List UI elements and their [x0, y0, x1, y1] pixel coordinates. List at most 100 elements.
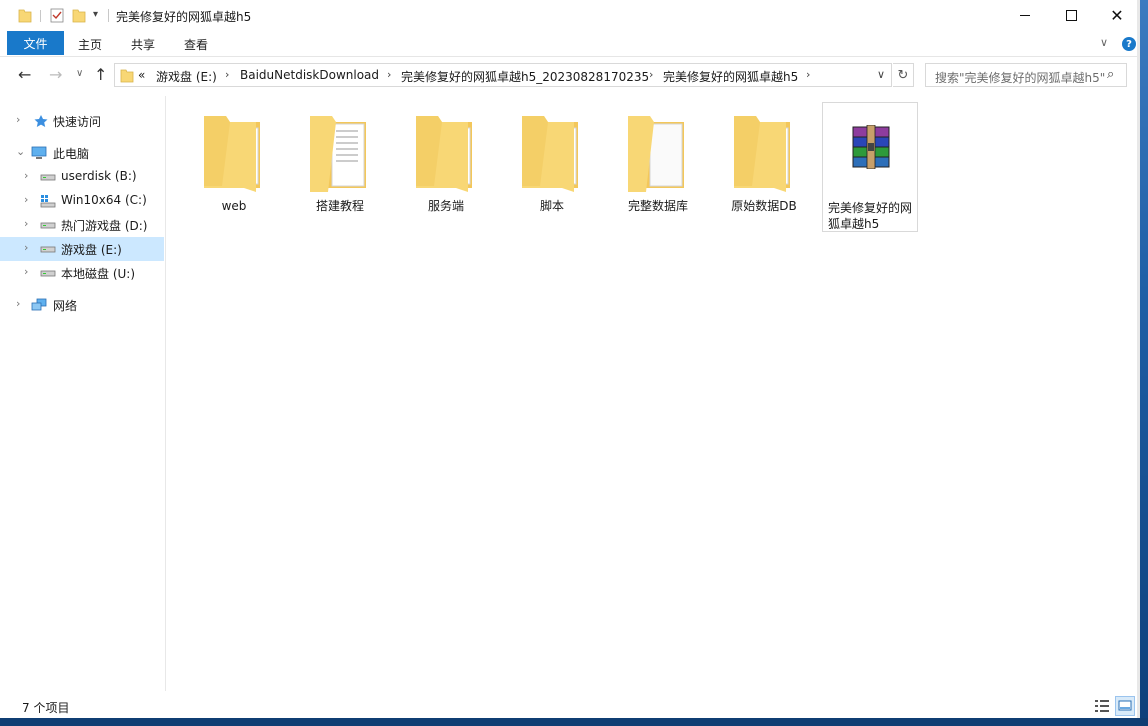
- sidebar-item-label: 本地磁盘 (U:): [61, 267, 136, 281]
- item-count: 7 个项目: [22, 701, 70, 715]
- quick-access-separator: [40, 10, 41, 22]
- desktop-background: [1140, 0, 1148, 726]
- search-placeholder: 搜索"完美修复好的网狐卓越h5": [935, 71, 1105, 85]
- sidebar-item-drive-d[interactable]: › 热门游戏盘 (D:): [0, 213, 164, 237]
- address-dropdown-icon[interactable]: ∨: [877, 68, 885, 81]
- close-button[interactable]: ✕: [1094, 0, 1140, 31]
- refresh-button[interactable]: ↻: [893, 63, 914, 87]
- file-item-web[interactable]: web: [186, 102, 282, 232]
- file-name: 完整数据库: [627, 199, 688, 213]
- chevron-down-icon[interactable]: ⌄: [16, 145, 25, 158]
- chevron-right-icon[interactable]: ›: [24, 217, 28, 230]
- new-folder-icon[interactable]: [72, 7, 86, 23]
- chevron-right-icon[interactable]: ›: [806, 68, 810, 81]
- tab-file[interactable]: 文件: [7, 31, 64, 55]
- maximize-button[interactable]: [1048, 0, 1094, 31]
- folder-icon: [310, 116, 366, 192]
- recent-locations-icon[interactable]: ∨: [76, 68, 83, 79]
- search-icon[interactable]: ⌕: [1107, 67, 1114, 82]
- folder-icon: [416, 116, 472, 192]
- customize-quick-access-icon[interactable]: ▾: [93, 9, 98, 20]
- close-icon: ✕: [1110, 5, 1124, 25]
- folder-icon: [120, 69, 134, 83]
- sidebar-item-drive-b[interactable]: › userdisk (B:): [0, 165, 164, 189]
- breadcrumb-parent[interactable]: 完美修复好的网狐卓越h5_20230828170235: [401, 68, 649, 85]
- sidebar-item-this-pc[interactable]: ⌄ 此电脑: [0, 141, 164, 165]
- navigation-bar: ← → ∨ ↑ « 游戏盘 (E:) › BaiduNetdiskDownloa…: [0, 56, 1140, 95]
- sidebar-item-label: Win10x64 (C:): [61, 193, 147, 207]
- large-icons-view-icon: [1118, 700, 1132, 711]
- rar-archive-icon: [852, 125, 890, 169]
- file-item-original-db[interactable]: 原始数据DB: [716, 102, 812, 232]
- window-title: 完美修复好的网狐卓越h5: [116, 10, 252, 24]
- maximize-icon: [1065, 10, 1077, 21]
- folder-icon: [734, 116, 790, 192]
- chevron-right-icon[interactable]: ›: [16, 297, 20, 310]
- folder-icon: [628, 116, 684, 192]
- file-item-rar-archive[interactable]: 完美修复好的网狐卓越h5: [822, 102, 918, 232]
- file-item-setup-tutorial[interactable]: 搭建教程: [292, 102, 388, 232]
- ribbon-tabs: 文件 主页 共享 查看 ∨ ?: [0, 31, 1140, 56]
- navigation-pane: › 快速访问 ⌄ 此电脑 › userdisk (B:) › Win10x64 …: [0, 96, 166, 691]
- drive-icon: [40, 222, 56, 229]
- breadcrumb-current[interactable]: 完美修复好的网狐卓越h5: [663, 68, 798, 85]
- back-button[interactable]: ←: [18, 65, 31, 84]
- chevron-right-icon[interactable]: ›: [24, 265, 28, 278]
- file-name: 搭建教程: [315, 199, 364, 213]
- tab-share[interactable]: 共享: [131, 36, 155, 53]
- breadcrumb-drive[interactable]: 游戏盘 (E:): [156, 68, 217, 85]
- sidebar-item-drive-c[interactable]: › Win10x64 (C:): [0, 189, 164, 213]
- network-icon: [31, 298, 47, 311]
- file-item-server[interactable]: 服务端: [398, 102, 494, 232]
- up-button[interactable]: ↑: [94, 65, 107, 84]
- file-name: 原始数据DB: [731, 199, 797, 213]
- breadcrumb-overflow[interactable]: «: [138, 68, 145, 82]
- large-icons-view-button[interactable]: [1115, 696, 1135, 716]
- sidebar-item-label: 游戏盘 (E:): [61, 243, 122, 257]
- sidebar-item-label: 网络: [53, 299, 78, 313]
- chevron-right-icon[interactable]: ›: [649, 68, 653, 81]
- minimize-button[interactable]: [1002, 0, 1048, 31]
- chevron-right-icon[interactable]: ›: [16, 113, 20, 126]
- tab-view[interactable]: 查看: [184, 36, 208, 53]
- chevron-right-icon[interactable]: ›: [24, 169, 28, 182]
- title-bar: ▾ 完美修复好的网狐卓越h5 ✕: [0, 0, 1140, 31]
- title-separator: [108, 9, 109, 22]
- file-name: web: [221, 199, 247, 213]
- status-bar: 7 个项目: [0, 694, 1140, 718]
- help-icon[interactable]: ?: [1122, 37, 1136, 51]
- file-item-full-database[interactable]: 完整数据库: [610, 102, 706, 232]
- chevron-right-icon[interactable]: ›: [387, 68, 391, 81]
- sidebar-item-quick-access[interactable]: › 快速访问: [0, 109, 164, 133]
- sidebar-item-label: userdisk (B:): [61, 169, 137, 183]
- tab-home[interactable]: 主页: [78, 36, 102, 53]
- star-icon: [34, 115, 48, 127]
- properties-icon[interactable]: [50, 7, 64, 23]
- address-bar[interactable]: « 游戏盘 (E:) › BaiduNetdiskDownload › 完美修复…: [114, 63, 892, 87]
- sidebar-item-label: 热门游戏盘 (D:): [61, 219, 148, 233]
- folder-icon: [18, 9, 32, 23]
- chevron-right-icon[interactable]: ›: [24, 241, 28, 254]
- refresh-icon: ↻: [897, 67, 909, 83]
- sidebar-item-drive-e[interactable]: › 游戏盘 (E:): [0, 237, 164, 261]
- drive-icon: [40, 174, 56, 181]
- expand-ribbon-icon[interactable]: ∨: [1100, 36, 1108, 49]
- chevron-right-icon[interactable]: ›: [24, 193, 28, 206]
- forward-button[interactable]: →: [49, 65, 62, 84]
- search-input[interactable]: 搜索"完美修复好的网狐卓越h5" ⌕: [925, 63, 1127, 87]
- file-list: web 搭建教程 服务端 脚本 完整数据库 原始数据DB 完美修复好的网狐卓越h…: [166, 96, 1140, 691]
- sidebar-item-drive-u[interactable]: › 本地磁盘 (U:): [0, 261, 164, 285]
- explorer-window: ▾ 完美修复好的网狐卓越h5 ✕ 文件 主页 共享 查看 ∨ ? ← → ∨ ↑…: [0, 0, 1140, 718]
- taskbar-edge: [0, 718, 1148, 726]
- chevron-right-icon[interactable]: ›: [225, 68, 229, 81]
- breadcrumb-download[interactable]: BaiduNetdiskDownload: [240, 68, 379, 82]
- sidebar-item-network[interactable]: › 网络: [0, 293, 164, 317]
- computer-icon: [31, 146, 47, 159]
- file-name: 完美修复好的网狐卓越h5: [828, 201, 913, 231]
- folder-icon: [522, 116, 578, 192]
- sidebar-item-label: 快速访问: [53, 115, 102, 129]
- file-item-scripts[interactable]: 脚本: [504, 102, 600, 232]
- file-name: 脚本: [539, 199, 564, 213]
- windows-drive-icon: [40, 195, 56, 208]
- details-view-icon[interactable]: [1094, 698, 1110, 714]
